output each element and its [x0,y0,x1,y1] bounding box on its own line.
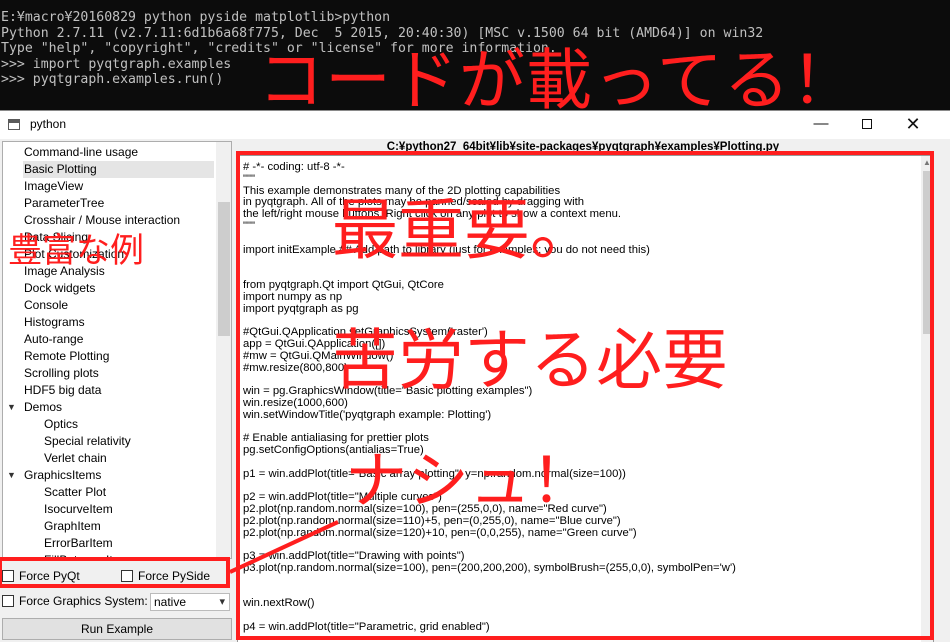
tree-item[interactable]: Dock widgets [23,280,95,297]
tree-item[interactable]: GraphItem [43,518,101,535]
highlight-box-force-options [0,557,230,588]
tree-item[interactable]: GraphicsItems [23,467,101,484]
tree-scrollbar-thumb[interactable] [218,202,230,336]
tree-item[interactable]: Auto-range [23,331,83,348]
annotation-code-shown: コードが載ってる！ [258,42,858,119]
maximize-icon [862,119,872,129]
annotation-many-examples: 豊富な例 [8,231,144,271]
tree-item[interactable]: Optics [43,416,78,433]
tree-item[interactable]: Scatter Plot [43,484,106,501]
force-graphics-system-checkbox[interactable] [2,595,14,607]
tree-item[interactable]: Histograms [23,314,85,331]
tree-item[interactable]: Crosshair / Mouse interaction [23,212,180,229]
force-graphics-system-label: Force Graphics System: [19,594,148,608]
console-line: Python 2.7.11 (v2.7.11:6d1b6a68f775, Dec… [1,25,764,41]
run-example-button[interactable]: Run Example [2,618,232,640]
tree-item[interactable]: HDF5 big data [23,382,101,399]
console-line: E:¥macro¥20160829 python pyside matplotl… [1,10,391,25]
tree-item[interactable]: ImageView [23,178,83,195]
tree-scrollbar[interactable] [216,142,231,558]
tree-item[interactable]: Verlet chain [43,450,107,467]
expand-caret-icon[interactable]: ▼ [7,470,16,480]
tree-item[interactable]: Command-line usage [23,144,138,161]
annotation-gyu: ナシュ！ [345,444,594,517]
expand-caret-icon[interactable]: ▼ [7,402,16,412]
tree-item[interactable]: ParameterTree [23,195,104,212]
annotation-hard-work: 苦労する必要 [332,322,728,399]
tree-item[interactable]: Remote Plotting [23,348,109,365]
window-title: python [30,117,67,131]
app-window-icon [8,119,20,130]
tree-item[interactable]: Basic Plotting [23,161,214,178]
annotation-most-important: 最重要。 [332,192,596,269]
tree-item[interactable]: Special relativity [43,433,131,450]
examples-tree[interactable]: Command-line usage Basic Plotting ImageVie… [2,141,232,559]
tree-item[interactable]: IsocurveItem [43,501,113,518]
close-button[interactable]: ✕ [890,111,936,139]
tree-item[interactable]: Console [23,297,68,314]
tree-item[interactable]: Scrolling plots [23,365,99,382]
tree-item[interactable]: ErrorBarItem [43,535,113,552]
graphics-system-select[interactable]: native [150,593,230,611]
tree-item[interactable]: Demos [23,399,62,416]
